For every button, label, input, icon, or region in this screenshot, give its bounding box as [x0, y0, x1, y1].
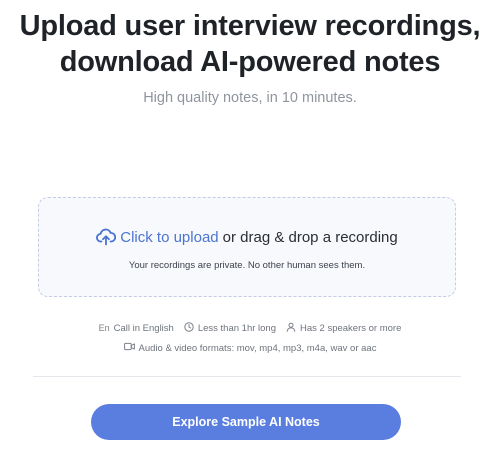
recording-requirements: En Call in English Less than 1hr long Ha…	[0, 321, 500, 355]
section-divider	[33, 376, 461, 377]
page-title-line-2: download AI-powered notes	[59, 46, 441, 78]
requirements-row: Audio & video formats: mov, mp4, mp3, m4…	[0, 341, 500, 355]
requirements-row: En Call in English Less than 1hr long Ha…	[0, 321, 500, 335]
cloud-upload-icon[interactable]	[96, 228, 117, 246]
upload-dropzone[interactable]: Click to upload or drag & drop a recordi…	[38, 197, 456, 297]
user-icon	[286, 322, 296, 335]
requirement-speakers: Has 2 speakers or more	[286, 322, 401, 335]
requirement-language: En Call in English	[99, 323, 174, 334]
language-icon: En	[98, 323, 110, 333]
requirement-length: Less than 1hr long	[184, 321, 276, 335]
requirement-language-label: Call in English	[113, 322, 174, 334]
explore-sample-notes-button[interactable]: Explore Sample AI Notes	[91, 404, 401, 440]
page-title-line-1: Upload user interview recordings,	[19, 10, 481, 42]
requirement-formats-label: Audio & video formats: mov, mp4, mp3, m4…	[138, 342, 377, 354]
page-subtitle: High quality notes, in 10 minutes.	[143, 90, 357, 106]
page-title: Upload user interview recordings, downlo…	[0, 0, 500, 80]
drag-drop-text: or drag & drop a recording	[222, 228, 398, 246]
clock-icon	[184, 321, 194, 335]
requirement-speakers-label: Has 2 speakers or more	[300, 322, 402, 334]
click-to-upload-link[interactable]: Click to upload	[120, 229, 218, 246]
requirement-formats: Audio & video formats: mov, mp4, mp3, m4…	[123, 342, 377, 354]
privacy-note: Your recordings are private. No other hu…	[128, 260, 366, 271]
requirement-length-label: Less than 1hr long	[197, 322, 276, 334]
video-camera-icon	[123, 342, 135, 354]
upload-prompt: Click to upload or drag & drop a recordi…	[39, 228, 455, 246]
